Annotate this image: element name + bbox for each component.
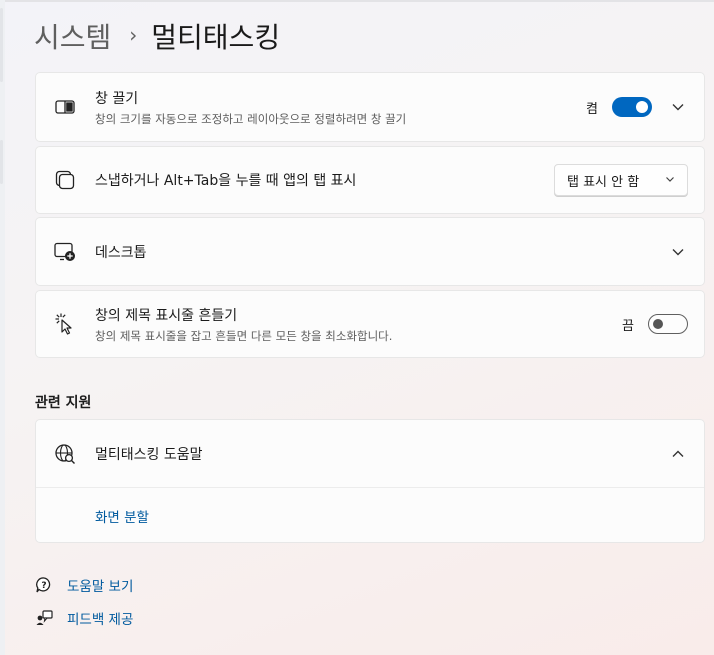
setting-desktops[interactable]: 데스크톱 [35, 217, 705, 286]
setting-description: 창의 제목 표시줄을 잡고 흔들면 다른 모든 창을 최소화합니다. [95, 328, 393, 343]
breadcrumb-separator: › [129, 23, 138, 47]
chevron-down-icon [665, 173, 675, 188]
chevron-up-icon[interactable] [668, 444, 688, 464]
nav-pane-segment [0, 8, 3, 82]
breadcrumb: 시스템 › 멀티태스킹 [34, 14, 280, 58]
title-bar-shake-toggle[interactable] [648, 314, 688, 334]
feedback-link[interactable]: 피드백 제공 [67, 608, 133, 628]
setting-title: 창 끌기 [95, 90, 139, 107]
chevron-down-icon[interactable] [668, 242, 688, 262]
page-title: 멀티태스킹 [151, 21, 281, 54]
multitasking-help-card: 멀티태스킹 도움말 화면 분할 [35, 419, 705, 543]
snap-windows-toggle[interactable] [612, 97, 652, 117]
help-link-row: 화면 분할 [36, 488, 704, 543]
nav-pane-segment [0, 140, 3, 184]
snap-window-icon [52, 94, 78, 120]
setting-title: 창의 제목 표시줄 흔들기 [95, 307, 238, 324]
get-help-link[interactable]: 도움말 보기 [67, 575, 133, 595]
toggle-knob [653, 319, 663, 329]
chevron-down-icon[interactable] [668, 97, 688, 117]
setting-alt-tab-tabs: 스냅하거나 Alt+Tab을 누를 때 앱의 탭 표시 탭 표시 안 함 [35, 146, 705, 214]
toggle-state-label: 켬 [586, 101, 598, 117]
tabs-icon [52, 167, 78, 193]
setting-title: 스냅하거나 Alt+Tab을 누를 때 앱의 탭 표시 [95, 173, 357, 189]
setting-title-bar-shake: 창의 제목 표시줄 흔들기 창의 제목 표시줄을 잡고 흔들면 다른 모든 창을… [35, 290, 705, 358]
shake-cursor-icon [52, 311, 78, 337]
globe-search-icon [52, 441, 78, 467]
split-screen-link[interactable]: 화면 분할 [95, 506, 149, 526]
setting-snap-windows[interactable]: 창 끌기 창의 크기를 자동으로 조정하고 레이아웃으로 정렬하려면 창 끌기 … [35, 72, 705, 142]
setting-description: 창의 크기를 자동으로 조정하고 레이아웃으로 정렬하려면 창 끌기 [95, 111, 407, 126]
setting-title: 데스크톱 [95, 244, 147, 261]
svg-text:?: ? [41, 581, 46, 591]
related-support-heading: 관련 지원 [35, 395, 92, 411]
multitasking-help-header[interactable]: 멀티태스킹 도움말 [36, 420, 704, 488]
window-top-border [0, 0, 714, 2]
feedback-row[interactable]: 피드백 제공 [34, 608, 133, 628]
breadcrumb-system-link[interactable]: 시스템 [34, 16, 111, 56]
tabs-dropdown[interactable]: 탭 표시 안 함 [554, 164, 688, 196]
help-chat-icon: ? [34, 575, 54, 595]
feedback-icon [34, 608, 54, 628]
dropdown-selected-value: 탭 표시 안 함 [567, 174, 640, 190]
desktop-add-icon [52, 239, 78, 265]
nav-pane-edge [0, 0, 5, 655]
toggle-knob [636, 101, 648, 113]
help-title: 멀티태스킹 도움말 [95, 446, 203, 463]
toggle-state-label: 끔 [622, 318, 634, 334]
get-help-row[interactable]: ? 도움말 보기 [34, 575, 133, 595]
